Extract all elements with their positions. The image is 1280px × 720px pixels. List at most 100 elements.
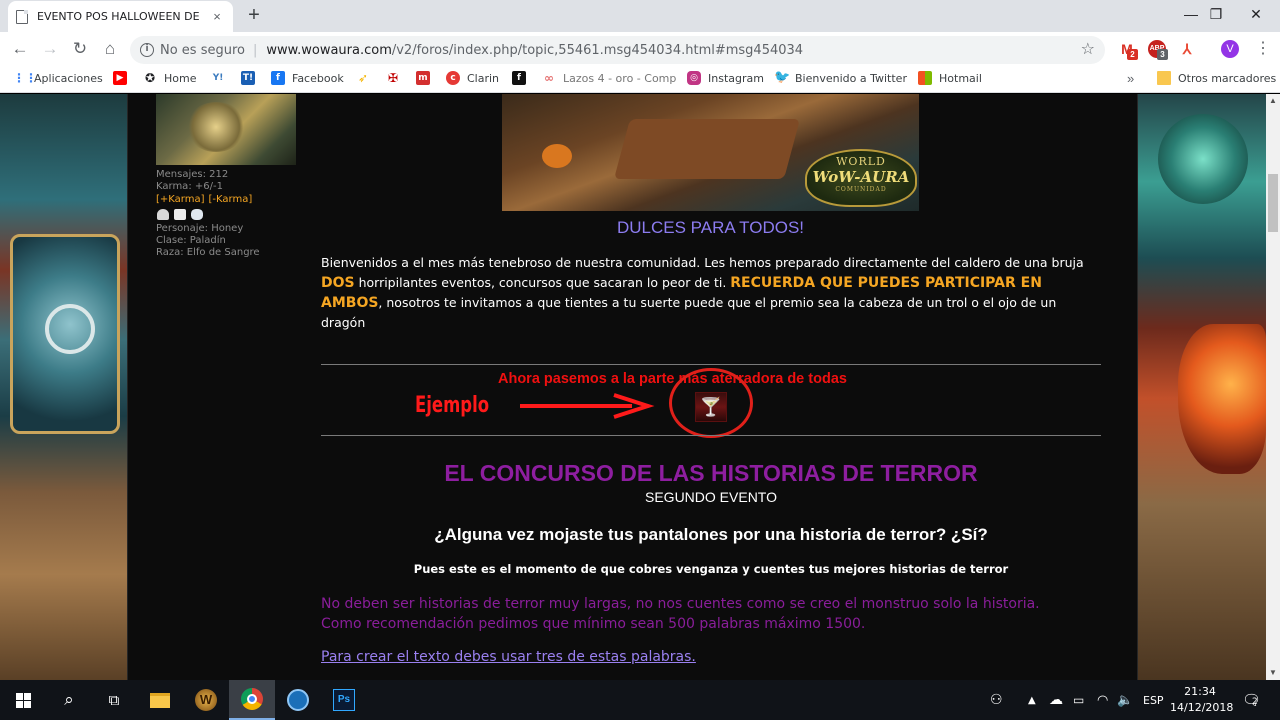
task-view-icon[interactable]: ⧉: [91, 680, 137, 720]
messages-count: Mensajes: 212: [156, 169, 229, 180]
facebook-icon: f: [271, 71, 285, 85]
battery-icon[interactable]: ▭: [1073, 680, 1084, 720]
bookmark-wing[interactable]: ➶: [356, 71, 377, 85]
karma-minus-link[interactable]: [-Karma]: [209, 194, 253, 205]
tab-close-icon[interactable]: ×: [209, 9, 225, 24]
bookmark-home[interactable]: ✪ Home: [143, 71, 196, 85]
system-clock[interactable]: 21:34 14/12/2018: [1170, 684, 1233, 716]
bookmark-twitter[interactable]: 🐦 Bienvenido a Twitter: [774, 71, 907, 85]
goblet-icon[interactable]: 🍸: [695, 392, 727, 422]
lazos-icon: ∞: [542, 71, 556, 85]
table-art: [613, 119, 801, 179]
security-label[interactable]: No es seguro: [160, 43, 245, 58]
browser-menu-icon[interactable]: ⋮: [1255, 40, 1271, 58]
avatar[interactable]: V: [1221, 40, 1239, 58]
browser-toolbar: ← → ↻ ⌂ i No es seguro | www.wowaura.com…: [0, 32, 1280, 66]
bookmark-instagram[interactable]: ◎ Instagram: [687, 71, 764, 85]
event-banner-image: WORLD WoW-AURA COMUNIDAD: [502, 94, 919, 211]
red-arrow-icon: [520, 393, 655, 419]
bookmark-horde[interactable]: ✠: [386, 71, 407, 85]
wow-aura-logo: WORLD WoW-AURA COMUNIDAD: [805, 149, 917, 207]
words-link[interactable]: Para crear el texto debes usar tres de e…: [321, 649, 696, 665]
page-icon: [16, 9, 28, 24]
bookmark-hotmail[interactable]: Hotmail: [918, 71, 982, 85]
address-bar[interactable]: i No es seguro | www.wowaura.com/v2/foro…: [130, 36, 1105, 64]
bookmarks-more-icon[interactable]: »: [1127, 71, 1134, 86]
rules-text: No deben ser historias de terror muy lar…: [321, 596, 1040, 632]
info-icon[interactable]: i: [140, 43, 154, 57]
question-heading: ¿Alguna vez mojaste tus pantalones por u…: [434, 525, 988, 544]
karma-plus-link[interactable]: [+Karma]: [156, 194, 205, 205]
bookmark-yahoo[interactable]: Y!: [211, 71, 232, 85]
revenge-text: Pues este es el momento de que cobres ve…: [413, 562, 1009, 576]
bookmark-star-icon[interactable]: ☆: [1081, 39, 1095, 58]
windows-icon: [918, 71, 932, 85]
other-bookmarks[interactable]: Otros marcadores: [1157, 71, 1276, 85]
start-button[interactable]: [0, 680, 46, 720]
ejemplo-label: Ejemplo: [415, 393, 490, 418]
character-race: Raza: Elfo de Sangre: [156, 247, 260, 258]
forward-arrow-icon[interactable]: →: [39, 38, 61, 60]
show-hidden-icons[interactable]: ▲: [1028, 680, 1036, 720]
t-icon: T!: [241, 71, 255, 85]
back-arrow-icon[interactable]: ←: [9, 38, 31, 60]
battlenet-icon[interactable]: [275, 680, 321, 720]
post-area: Mensajes: 212 Karma: +6/-1 [+Karma] [-Kar…: [0, 94, 1280, 680]
search-icon[interactable]: ⌕: [46, 680, 92, 720]
people-icon[interactable]: ⚇: [990, 680, 1003, 720]
photoshop-icon[interactable]: Ps: [321, 680, 367, 720]
language-indicator[interactable]: ESP: [1143, 680, 1164, 720]
dos-highlight: DOS: [321, 275, 355, 291]
bookmark-youtube[interactable]: ▶: [113, 71, 134, 85]
notification-icon[interactable]: 🗨 2: [1242, 680, 1261, 720]
karma-value: Karma: +6/-1: [156, 181, 223, 192]
bookmark-apps[interactable]: ⋮⋮ Aplicaciones: [13, 71, 103, 85]
yahoo-icon: Y!: [211, 71, 225, 85]
wow-icon[interactable]: W: [183, 680, 229, 720]
acrobat-icon[interactable]: ⅄: [1178, 40, 1196, 58]
event-subtitle: SEGUNDO EVENTO: [645, 489, 777, 505]
m-icon: m: [416, 71, 430, 85]
twitter-icon: 🐦: [774, 70, 791, 85]
profile-icon[interactable]: [157, 209, 169, 220]
bookmark-m[interactable]: m: [416, 71, 437, 85]
email-icon[interactable]: [174, 209, 186, 220]
new-tab-button[interactable]: +: [244, 4, 264, 26]
youtube-icon: ▶: [113, 71, 127, 85]
url-path[interactable]: /v2/foros/index.php/topic,55461.msg45403…: [392, 43, 803, 58]
contest-title: EL CONCURSO DE LAS HISTORIAS DE TERROR: [444, 460, 978, 486]
bookmark-lazos[interactable]: ∞ Lazos 4 - oro - Comp: [542, 71, 676, 85]
abp-icon[interactable]: ABP3: [1148, 40, 1168, 60]
apps-grid-icon: ⋮⋮: [13, 71, 37, 85]
bookmark-clarin[interactable]: c Clarin: [446, 71, 499, 85]
volume-icon[interactable]: 🔈: [1117, 680, 1133, 720]
wifi-icon[interactable]: ◠: [1097, 680, 1108, 720]
browser-tab[interactable]: EVENTO POS HALLOWEEN DE HI ×: [8, 1, 233, 32]
url-host[interactable]: www.wowaura.com: [266, 43, 391, 58]
bookmark-f[interactable]: f: [512, 71, 533, 85]
clarin-icon: c: [446, 71, 460, 85]
omnibox-divider: |: [253, 42, 258, 58]
divider: [321, 435, 1101, 436]
gmail-icon[interactable]: M2: [1118, 40, 1138, 60]
bookmarks-bar: ⋮⋮ Aplicaciones ▶ ✪ Home Y! T! f Facebook ➶…: [0, 66, 1280, 93]
character-name: Personaje: Honey: [156, 223, 244, 234]
reload-icon[interactable]: ↻: [69, 38, 91, 60]
karma-links: [+Karma] [-Karma]: [156, 194, 301, 206]
file-explorer-icon[interactable]: [137, 680, 183, 720]
divider: [321, 364, 1101, 365]
message-icon[interactable]: [191, 209, 203, 220]
close-window-button[interactable]: ✕: [1233, 0, 1279, 30]
onedrive-icon[interactable]: ☁: [1049, 680, 1063, 720]
user-avatar-image[interactable]: [156, 94, 296, 165]
home-icon[interactable]: ⌂: [99, 38, 121, 60]
home-icon: ✪: [143, 71, 157, 85]
character-class: Clase: Paladín: [156, 235, 226, 246]
clock-time: 21:34: [1184, 685, 1216, 698]
bookmark-t[interactable]: T!: [241, 71, 262, 85]
f-icon: f: [512, 71, 526, 85]
windows-taskbar: ⌕ ⧉ W Ps ⚇ ▲ ☁ ▭ ◠ 🔈 ESP 21:34 14/12/201…: [0, 680, 1280, 720]
ahora-heading: Ahora pasemos a la parte más aterradora …: [498, 371, 847, 387]
bookmark-facebook[interactable]: f Facebook: [271, 71, 344, 85]
chrome-icon[interactable]: [229, 680, 275, 720]
